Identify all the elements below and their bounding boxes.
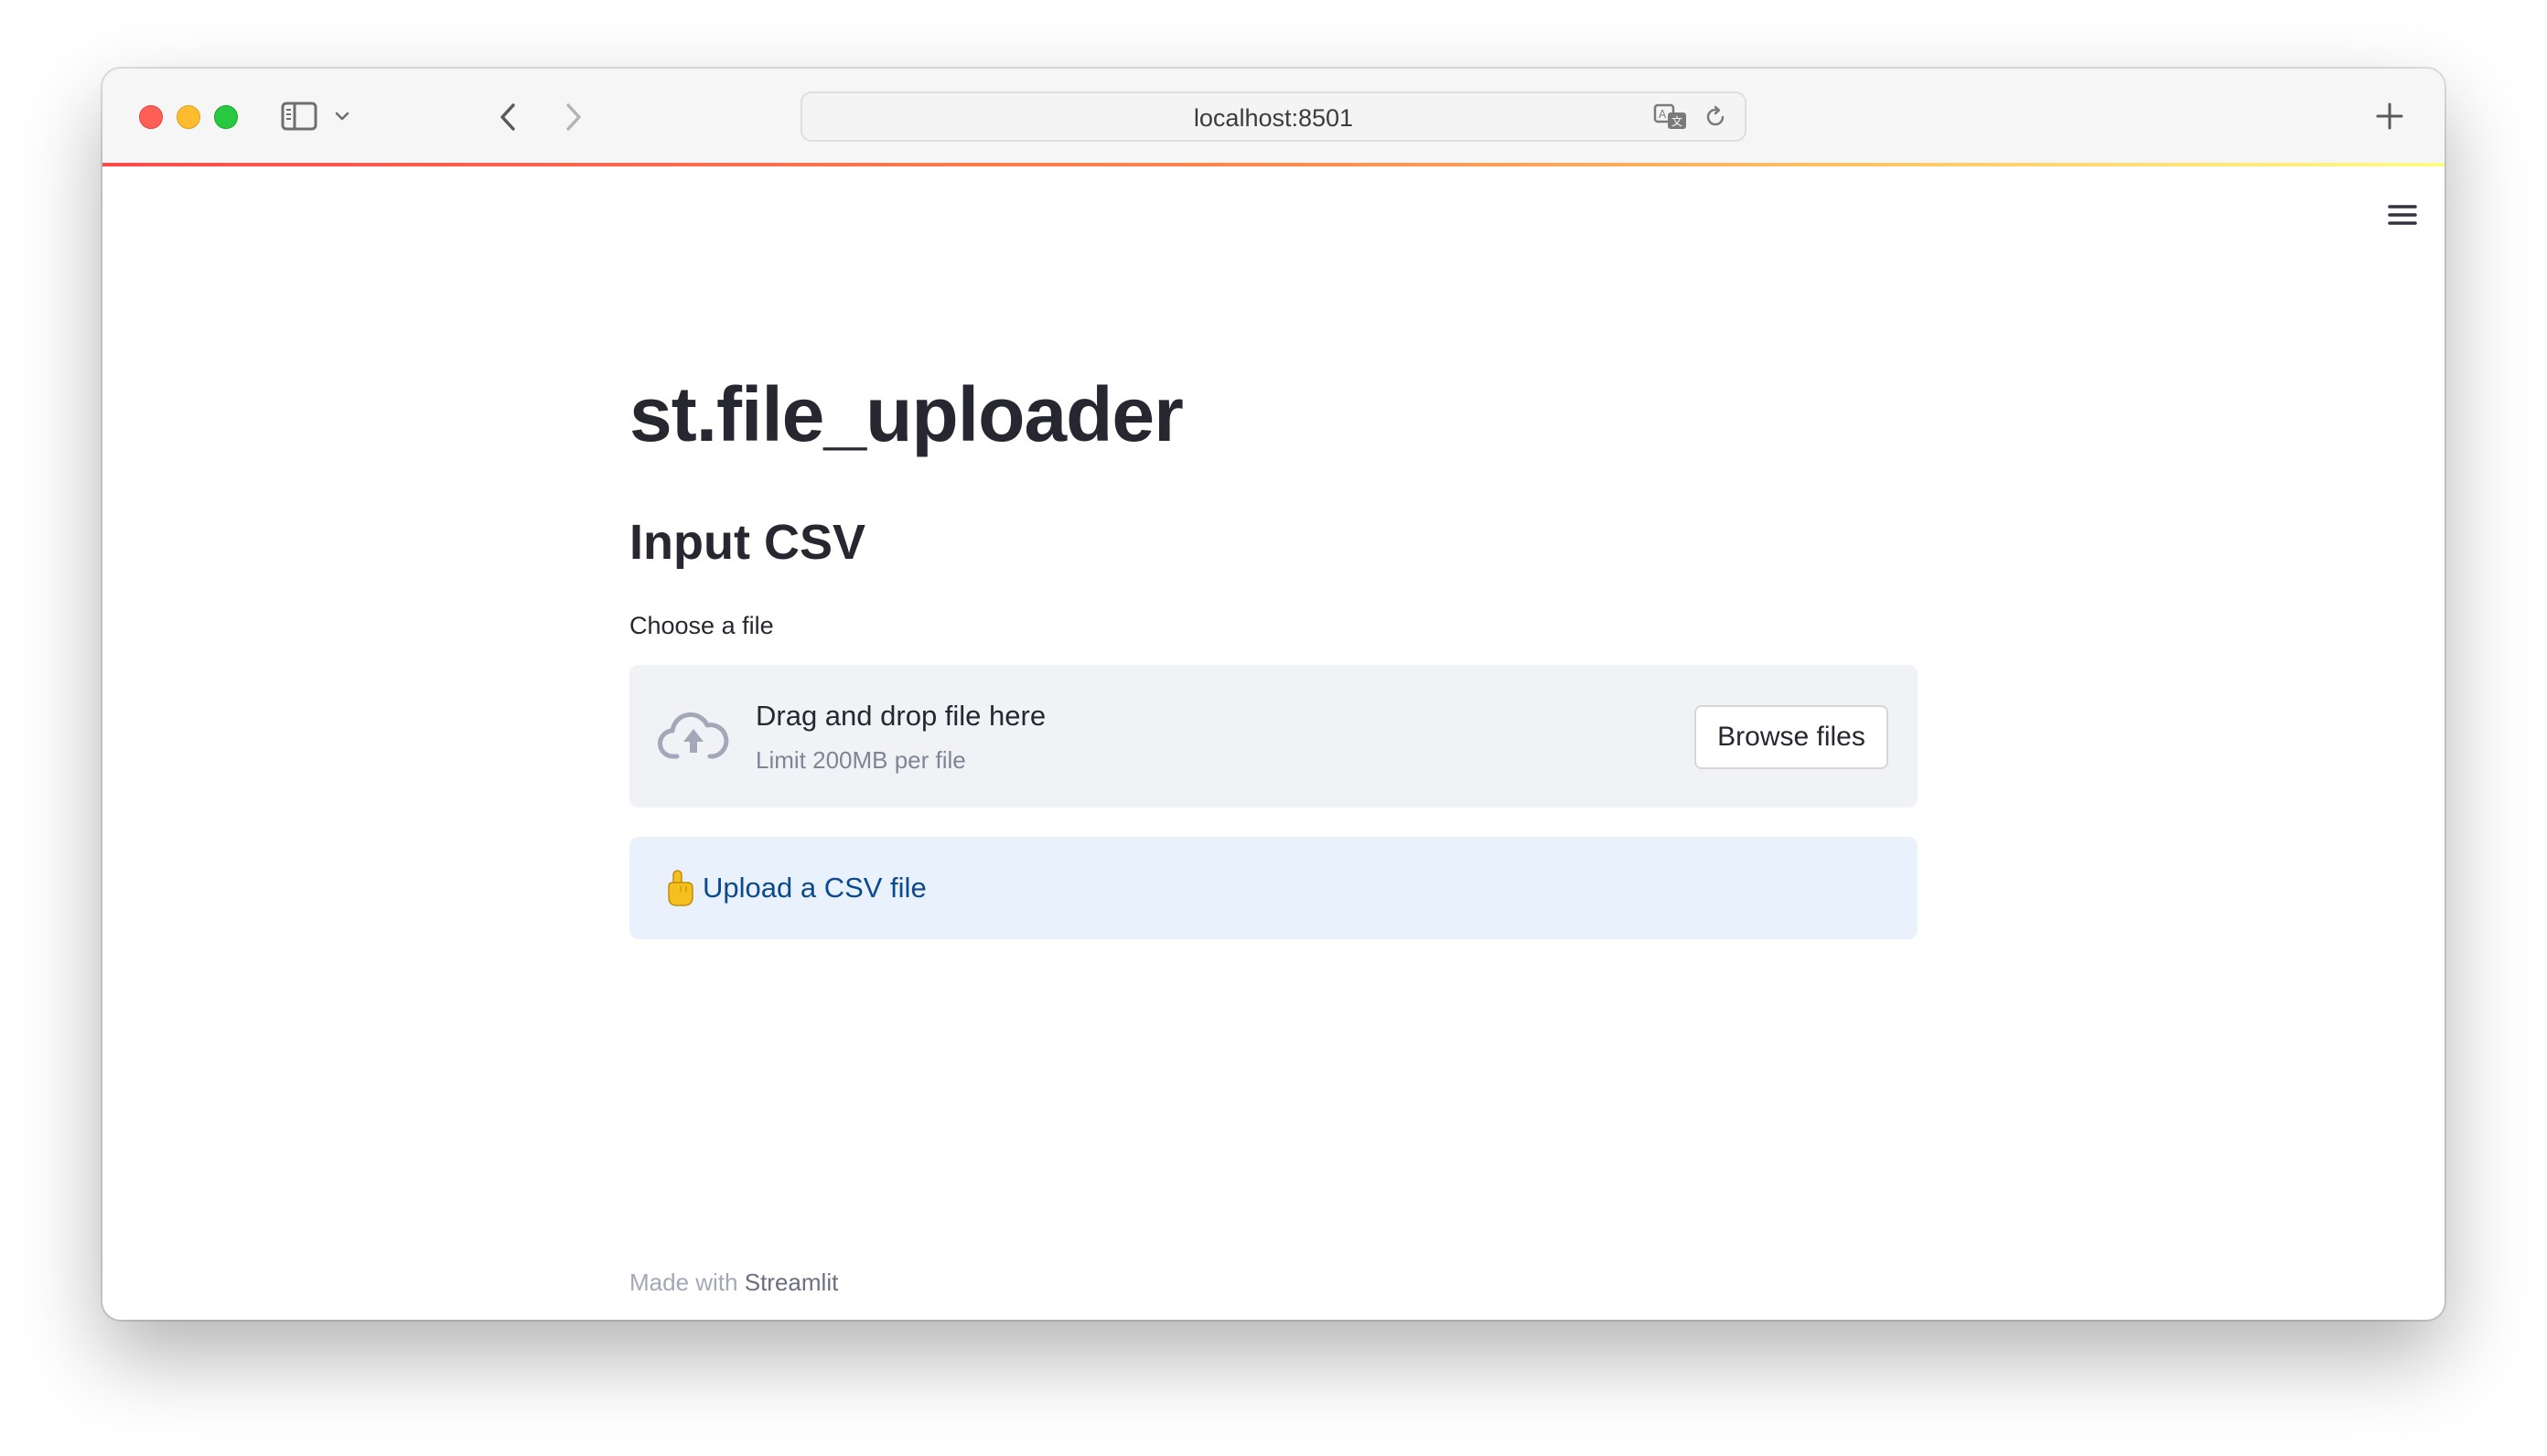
cloud-upload-icon bbox=[657, 707, 730, 765]
minimize-window-button[interactable] bbox=[177, 105, 200, 129]
address-url: localhost:8501 bbox=[1193, 104, 1354, 132]
info-alert: Upload a CSV file bbox=[629, 837, 1918, 939]
info-message: Upload a CSV file bbox=[703, 872, 927, 904]
browser-window: localhost:8501 A 文 st.file_uploader Inpu… bbox=[102, 69, 2445, 1320]
chevron-down-icon[interactable] bbox=[331, 105, 353, 127]
reload-icon[interactable] bbox=[1703, 104, 1728, 130]
zoom-window-button[interactable] bbox=[214, 105, 238, 129]
plus-icon[interactable] bbox=[2371, 98, 2408, 134]
svg-text:文: 文 bbox=[1671, 114, 1682, 128]
address-bar[interactable]: localhost:8501 A 文 bbox=[801, 91, 1746, 142]
hamburger-menu-icon[interactable] bbox=[2384, 197, 2421, 233]
page-title: st.file_uploader bbox=[629, 371, 1184, 457]
dropzone-limit: Limit 200MB per file bbox=[756, 746, 966, 774]
dropzone-instructions: Drag and drop file here bbox=[756, 700, 1047, 732]
browse-files-button[interactable]: Browse files bbox=[1694, 705, 1888, 769]
footer-prefix: Made with bbox=[629, 1269, 738, 1296]
chevron-left-icon[interactable] bbox=[491, 101, 524, 134]
chevron-right-icon[interactable] bbox=[557, 101, 590, 134]
streamlit-link[interactable]: Streamlit bbox=[745, 1269, 839, 1296]
close-window-button[interactable] bbox=[139, 105, 163, 129]
pointing-up-icon bbox=[662, 868, 697, 908]
file-uploader-label: Choose a file bbox=[629, 612, 774, 639]
file-dropzone[interactable]: Drag and drop file here Limit 200MB per … bbox=[629, 665, 1918, 808]
section-subheader: Input CSV bbox=[629, 515, 865, 570]
sidebar-icon[interactable] bbox=[279, 99, 319, 134]
browser-toolbar: localhost:8501 A 文 bbox=[102, 69, 2445, 163]
header-decoration-bar bbox=[102, 163, 2445, 166]
translate-icon[interactable]: A 文 bbox=[1653, 102, 1690, 132]
footer: Made with Streamlit bbox=[629, 1269, 838, 1297]
svg-text:A: A bbox=[1659, 108, 1667, 121]
